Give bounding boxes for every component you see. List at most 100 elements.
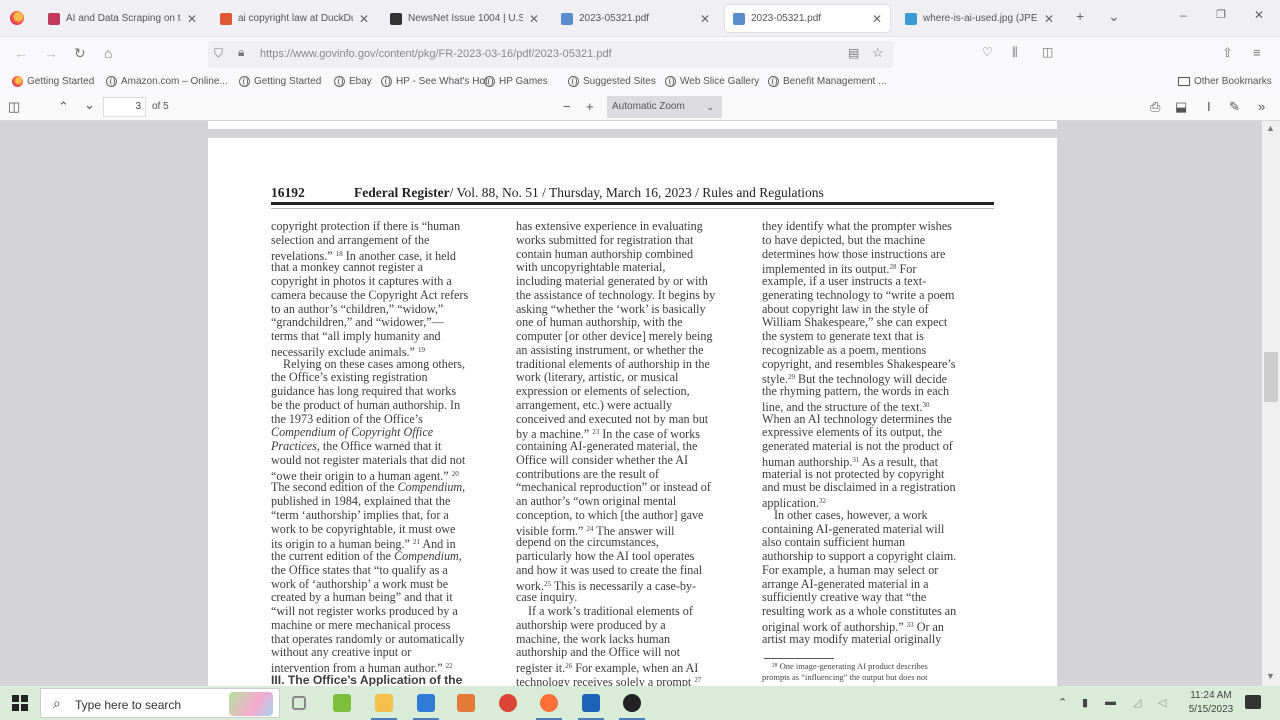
zoom-select[interactable]: Automatic Zoom ⌄ xyxy=(607,96,722,118)
bookmark-item[interactable]: HP Games xyxy=(484,76,548,87)
bookmark-item[interactable]: Getting Started xyxy=(12,76,94,87)
new-tab-button[interactable]: + xyxy=(1076,8,1084,24)
file-explorer-icon[interactable] xyxy=(371,694,397,720)
app-menu-icon[interactable]: ≡ xyxy=(1253,45,1261,60)
scroll-up-icon[interactable]: ▲ xyxy=(1266,123,1275,133)
print-icon[interactable]: ⎙ xyxy=(1150,99,1160,115)
bookmark-label: Getting Started xyxy=(27,76,95,87)
footnote-ref[interactable]: 32 xyxy=(819,497,826,505)
previous-page-icon[interactable]: ⌃ xyxy=(58,99,69,115)
footnote-ref[interactable]: 22 xyxy=(446,662,453,670)
media-player-icon[interactable] xyxy=(457,694,475,712)
zoom-in-button[interactable]: + xyxy=(586,99,594,114)
close-tab-icon[interactable]: ✕ xyxy=(872,12,882,26)
bookmark-item[interactable]: Amazon.com – Online... xyxy=(106,76,228,87)
close-tab-icon[interactable]: ✕ xyxy=(529,12,539,26)
reload-icon[interactable]: ↻ xyxy=(74,45,86,62)
reader-view-icon[interactable]: ▤ xyxy=(848,46,859,60)
text-run: to have depicted, but the machine xyxy=(762,232,926,247)
scroll-down-icon[interactable]: ▼ xyxy=(1266,671,1275,681)
usb-device-icon[interactable]: ▮ xyxy=(1082,696,1088,709)
footnote-ref[interactable]: 30 xyxy=(922,401,929,409)
footnote-ref[interactable]: 29 xyxy=(788,373,795,381)
vertical-scrollbar[interactable]: ▲ ▼ xyxy=(1262,121,1280,686)
draw-tool-icon[interactable]: ✎ xyxy=(1229,99,1240,115)
notification-center-icon[interactable] xyxy=(1245,695,1261,709)
photos-icon[interactable] xyxy=(578,694,604,720)
page-number-input[interactable]: 3 xyxy=(103,97,146,117)
close-tab-icon[interactable]: ✕ xyxy=(700,12,710,26)
tab-5[interactable]: 2023-05321.pdf ✕ xyxy=(725,5,890,32)
maximize-button[interactable]: ❐ xyxy=(1216,8,1226,21)
list-all-tabs-button[interactable]: ⌄ xyxy=(1108,8,1120,25)
network-icon[interactable]: ◿ xyxy=(1133,696,1141,709)
tracking-shield-icon[interactable]: ⛉ xyxy=(214,46,223,61)
text-line: sufficiently creative way that “the xyxy=(762,590,998,605)
battery-icon[interactable]: ▬ xyxy=(1105,696,1116,708)
sidebar-toggle-icon[interactable]: ◫ xyxy=(1042,45,1053,59)
bookmark-item[interactable]: Suggested Sites xyxy=(568,76,656,87)
tools-menu-icon[interactable]: » xyxy=(1258,99,1265,114)
pdf-viewer[interactable]: 16192 Federal Register/ Vol. 88, No. 51 … xyxy=(0,121,1262,686)
text-tool-icon[interactable]: I xyxy=(1207,99,1211,114)
text-line: the 1973 edition of the Office’s xyxy=(271,412,507,427)
tab-6[interactable]: where-is-ai-used.jpg (JPEG ✕ xyxy=(897,5,1062,32)
text-line: example, if a user instructs a text- xyxy=(762,274,998,289)
footnote-ref[interactable]: 18 xyxy=(336,250,343,258)
bookmark-item[interactable]: Benefit Management ... xyxy=(768,76,886,87)
url-bar[interactable]: ⛉ 🔒︎ https://www.govinfo.gov/content/pkg… xyxy=(208,41,894,68)
text-line: also contain sufficient human xyxy=(762,535,998,550)
footnote-ref[interactable]: 27 xyxy=(694,676,701,684)
bookmark-item[interactable]: Web Slice Gallery xyxy=(665,76,759,87)
pocket-icon[interactable]: ♡ xyxy=(982,45,993,59)
windows-start-icon[interactable] xyxy=(12,695,28,711)
close-tab-icon[interactable]: ✕ xyxy=(1044,12,1054,26)
text-run: resulting work as a whole constitutes an xyxy=(762,604,957,618)
footnote-ref[interactable]: 19 xyxy=(418,346,425,354)
taskbar-search[interactable]: ⌕ Type here to search xyxy=(40,688,280,718)
forward-icon[interactable]: → xyxy=(44,45,58,61)
close-tab-icon[interactable]: ✕ xyxy=(187,12,197,26)
url-text[interactable]: https://www.govinfo.gov/content/pkg/FR-2… xyxy=(260,48,612,60)
zoom-out-button[interactable]: − xyxy=(563,99,571,114)
firefox-icon[interactable] xyxy=(536,694,562,720)
footnote-ref[interactable]: 33 xyxy=(907,621,914,629)
chrome-icon[interactable] xyxy=(499,694,517,712)
back-icon[interactable]: ← xyxy=(14,45,28,61)
footnote-ref[interactable]: 25 xyxy=(544,580,551,588)
bookmark-item[interactable]: Getting Started xyxy=(239,76,321,87)
firefox-menu-icon[interactable] xyxy=(10,11,24,25)
close-window-button[interactable]: ✕ xyxy=(1254,8,1264,22)
minimize-button[interactable]: – xyxy=(1180,8,1187,22)
bookmark-item[interactable]: HP - See What's Hot xyxy=(381,76,488,87)
lock-icon[interactable]: 🔒︎ xyxy=(238,45,244,60)
home-icon[interactable]: ⌂ xyxy=(104,45,112,61)
volume-icon[interactable]: ◁ xyxy=(1158,696,1166,709)
library-icon[interactable]: ⫼ xyxy=(1012,45,1018,60)
sidebar-toggle-icon[interactable]: ◫ xyxy=(8,99,20,115)
show-hidden-icons[interactable]: ⌃ xyxy=(1058,696,1067,709)
scrollbar-thumb[interactable] xyxy=(1264,352,1278,402)
text-run: work of ‘authorship’ a work must be xyxy=(271,576,449,591)
save-icon[interactable]: ⬓ xyxy=(1175,99,1187,115)
tab-2[interactable]: ai copyright law at DuckDu ✕ xyxy=(212,5,377,32)
extensions-icon[interactable]: ⇧ xyxy=(1222,45,1233,61)
tab-3[interactable]: NewsNet Issue 1004 | U.S. C ✕ xyxy=(382,5,547,32)
bookmark-star-icon[interactable]: ☆ xyxy=(872,45,884,61)
next-page-icon[interactable]: ⌄ xyxy=(84,97,95,113)
footnote-ref[interactable]: 21 xyxy=(413,538,420,546)
system-clock[interactable]: 11:24 AM 5/15/2023 xyxy=(1183,689,1239,717)
close-tab-icon[interactable]: ✕ xyxy=(359,12,369,26)
bluestacks-icon[interactable] xyxy=(333,694,351,712)
other-bookmarks[interactable]: Other Bookmarks xyxy=(1178,76,1272,87)
bookmark-item[interactable]: Ebay xyxy=(334,76,372,87)
footnote-ref[interactable]: 20 xyxy=(452,470,459,478)
mail-icon[interactable] xyxy=(413,694,439,720)
task-view-icon[interactable] xyxy=(292,696,306,710)
tab-1[interactable]: AI and Data Scraping on th ✕ xyxy=(40,5,205,32)
text-run: authorship to support a copyright claim. xyxy=(762,549,957,563)
screen-recorder-icon[interactable] xyxy=(619,694,645,720)
tab-4[interactable]: 2023-05321.pdf ✕ xyxy=(553,5,718,32)
text-run: artist may modify material originally xyxy=(762,631,942,646)
text-run: copyright protection if there is “human xyxy=(271,219,461,233)
